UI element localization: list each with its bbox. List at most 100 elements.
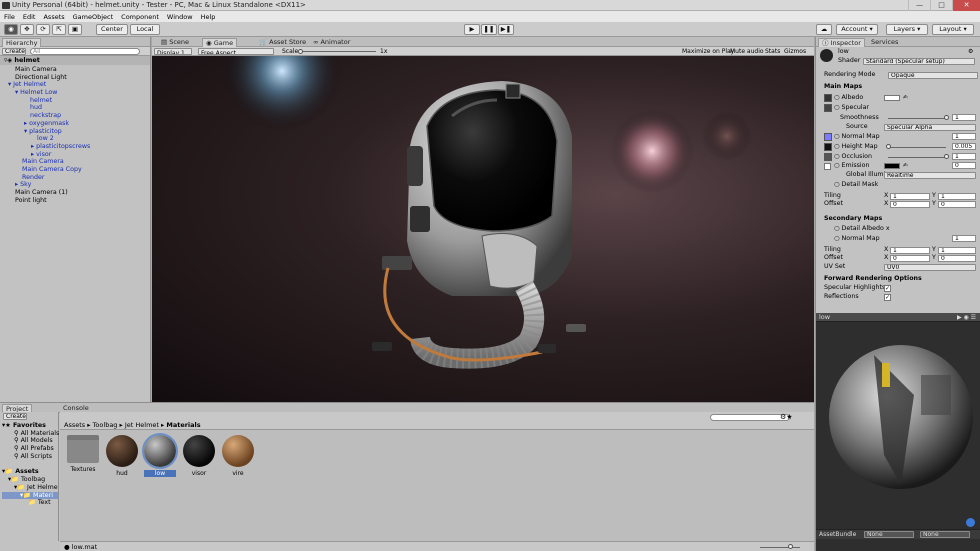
asset-item[interactable]: hud xyxy=(106,435,138,477)
aspect-dropdown[interactable]: Free Aspect xyxy=(198,48,274,55)
smoothness-value[interactable]: 1 xyxy=(952,114,976,121)
offset-x-field[interactable]: 0 xyxy=(890,201,930,208)
specular-texture-slot[interactable] xyxy=(824,104,832,112)
create-dropdown[interactable]: Create xyxy=(2,48,26,55)
normal-map2-value[interactable]: 1 xyxy=(952,235,976,242)
tree-item[interactable]: ▾ Jet Helmet xyxy=(0,81,150,89)
tab-animator[interactable]: ∞ Animator xyxy=(310,38,353,47)
global-illum-dropdown[interactable]: Realtime xyxy=(884,172,976,179)
folder-item-selected[interactable]: ▾📁 Materi xyxy=(2,491,58,500)
emission-value[interactable]: 0 xyxy=(952,162,976,169)
menu-component[interactable]: Component xyxy=(117,13,163,21)
menu-gameobject[interactable]: GameObject xyxy=(69,13,118,21)
menu-assets[interactable]: Assets xyxy=(39,13,68,21)
uv-set-dropdown[interactable]: UV0 xyxy=(884,264,976,271)
stats-toggle[interactable]: Stats xyxy=(765,47,780,56)
shader-dropdown[interactable]: Standard (Specular setup) xyxy=(863,58,975,65)
tiling2-x-field[interactable]: 1 xyxy=(890,247,930,254)
preview-options-icon[interactable]: ▶ ◉ ☰ xyxy=(957,313,976,322)
rotate-tool-icon[interactable]: ⟳ xyxy=(36,24,50,35)
fav-item[interactable]: ⚲ All Scripts xyxy=(2,453,58,461)
folder-item[interactable]: ▾📁 Toolbag xyxy=(2,476,58,484)
tree-item[interactable]: Point light xyxy=(0,197,150,205)
offset2-x-field[interactable]: 0 xyxy=(890,255,930,262)
tree-item[interactable]: Main Camera (1) xyxy=(0,189,150,197)
filter-icons[interactable]: ⚙★ xyxy=(780,413,793,421)
fav-item[interactable]: ⚲ All Prefabs xyxy=(2,445,58,453)
layers-dropdown[interactable]: Layers ▾ xyxy=(886,24,928,35)
rendering-mode-dropdown[interactable]: Opaque xyxy=(888,72,978,79)
display-dropdown[interactable]: Display 1 xyxy=(154,48,192,55)
albedo-color[interactable] xyxy=(884,95,900,101)
close-button[interactable]: ✕ xyxy=(952,0,980,11)
asset-item-selected[interactable]: low xyxy=(142,433,178,477)
height-knob[interactable] xyxy=(886,144,891,149)
tab-game[interactable]: ◉ Game xyxy=(202,38,238,47)
tree-item[interactable]: ▾ plasticitop xyxy=(0,128,150,136)
gizmos-dropdown[interactable]: Gizmos xyxy=(784,47,806,56)
emission-color[interactable] xyxy=(884,163,900,169)
asset-item[interactable]: visor xyxy=(183,435,215,477)
normal-map-value[interactable]: 1 xyxy=(952,133,976,140)
tab-asset-store[interactable]: 🛒 Asset Store xyxy=(256,38,309,47)
folder-item[interactable]: ▾📁 Jet Helme xyxy=(2,484,58,492)
move-tool-icon[interactable]: ✥ xyxy=(20,24,34,35)
asset-item[interactable]: Textures xyxy=(67,435,99,473)
favorites-heading[interactable]: ▾★ Favorites xyxy=(2,422,58,430)
gear-icon[interactable]: ⚙ xyxy=(968,48,973,55)
tree-item[interactable]: low 2 xyxy=(0,135,150,143)
tiling2-y-field[interactable]: 1 xyxy=(938,247,976,254)
breadcrumb-item[interactable]: Materials xyxy=(166,421,200,429)
maximize-button[interactable]: □ xyxy=(930,0,952,11)
asset-bundle-dropdown[interactable]: None xyxy=(864,531,914,538)
emission-checkbox[interactable] xyxy=(824,163,831,170)
tab-hierarchy[interactable]: Hierarchy xyxy=(2,38,42,47)
tree-item[interactable]: ▸ oxygenmask xyxy=(0,120,150,128)
occlusion-value[interactable]: 1 xyxy=(952,153,976,160)
offset-y-field[interactable]: 0 xyxy=(938,201,976,208)
occlusion-slot[interactable] xyxy=(824,153,832,161)
cloud-icon[interactable]: ☁ xyxy=(816,24,832,35)
tree-item[interactable]: Render xyxy=(0,174,150,182)
game-viewport[interactable] xyxy=(152,56,814,402)
tree-item[interactable]: ▾ Helmet Low xyxy=(0,89,150,97)
reflections-checkbox[interactable]: ✓ xyxy=(884,294,891,301)
project-create-dropdown[interactable]: Create xyxy=(3,413,27,420)
thumbnail-size-slider[interactable] xyxy=(760,547,800,548)
height-value[interactable]: 0.005 xyxy=(952,143,976,150)
pause-button[interactable]: ❚❚ xyxy=(481,24,497,35)
menu-help[interactable]: Help xyxy=(197,13,220,21)
occlusion-knob[interactable] xyxy=(944,154,949,159)
menu-edit[interactable]: Edit xyxy=(19,13,40,21)
fav-item[interactable]: ⚲ All Materials xyxy=(2,430,59,438)
rect-tool-icon[interactable]: ▣ xyxy=(68,24,82,35)
step-button[interactable]: ▶❚ xyxy=(498,24,514,35)
layout-dropdown[interactable]: Layout ▾ xyxy=(932,24,974,35)
tree-item[interactable]: ▸ Sky xyxy=(0,181,150,189)
fav-item[interactable]: ⚲ All Models xyxy=(2,437,58,445)
tiling-x-field[interactable]: 1 xyxy=(890,193,930,200)
pivot-local-toggle[interactable]: Local xyxy=(130,24,160,35)
scene-root-row[interactable]: ▿◈ helmet xyxy=(0,56,150,65)
specular-highlights-checkbox[interactable]: ✓ xyxy=(884,285,891,292)
source-dropdown[interactable]: Specular Alpha xyxy=(884,124,976,131)
tree-item[interactable]: Main Camera xyxy=(0,66,150,74)
tree-item[interactable]: ▸ plasticitopscrews xyxy=(0,143,150,151)
thumbnail-size-knob[interactable] xyxy=(788,544,793,549)
assets-heading[interactable]: ▾📁 Assets xyxy=(2,468,58,476)
eyedropper-icon[interactable]: ✍ xyxy=(903,94,908,101)
folder-item[interactable]: 📁 Text xyxy=(2,499,58,507)
normal-map-slot[interactable] xyxy=(824,133,832,141)
preview-sphere[interactable] xyxy=(826,335,976,500)
smoothness-slider[interactable] xyxy=(888,118,946,119)
scale-slider[interactable] xyxy=(300,51,376,52)
emission-eyedropper-icon[interactable]: ✍ xyxy=(903,162,908,169)
tree-item[interactable]: ▸ visor xyxy=(0,151,150,159)
breadcrumb-item[interactable]: Toolbag xyxy=(93,421,118,429)
tab-scene[interactable]: ▤ Scene xyxy=(158,38,192,47)
asset-bundle-variant-dropdown[interactable]: None xyxy=(920,531,970,538)
play-button[interactable]: ▶ xyxy=(464,24,480,35)
menu-window[interactable]: Window xyxy=(163,13,197,21)
tree-item[interactable]: Main Camera Copy xyxy=(0,166,150,174)
breadcrumb-item[interactable]: Jet Helmet xyxy=(125,421,159,429)
